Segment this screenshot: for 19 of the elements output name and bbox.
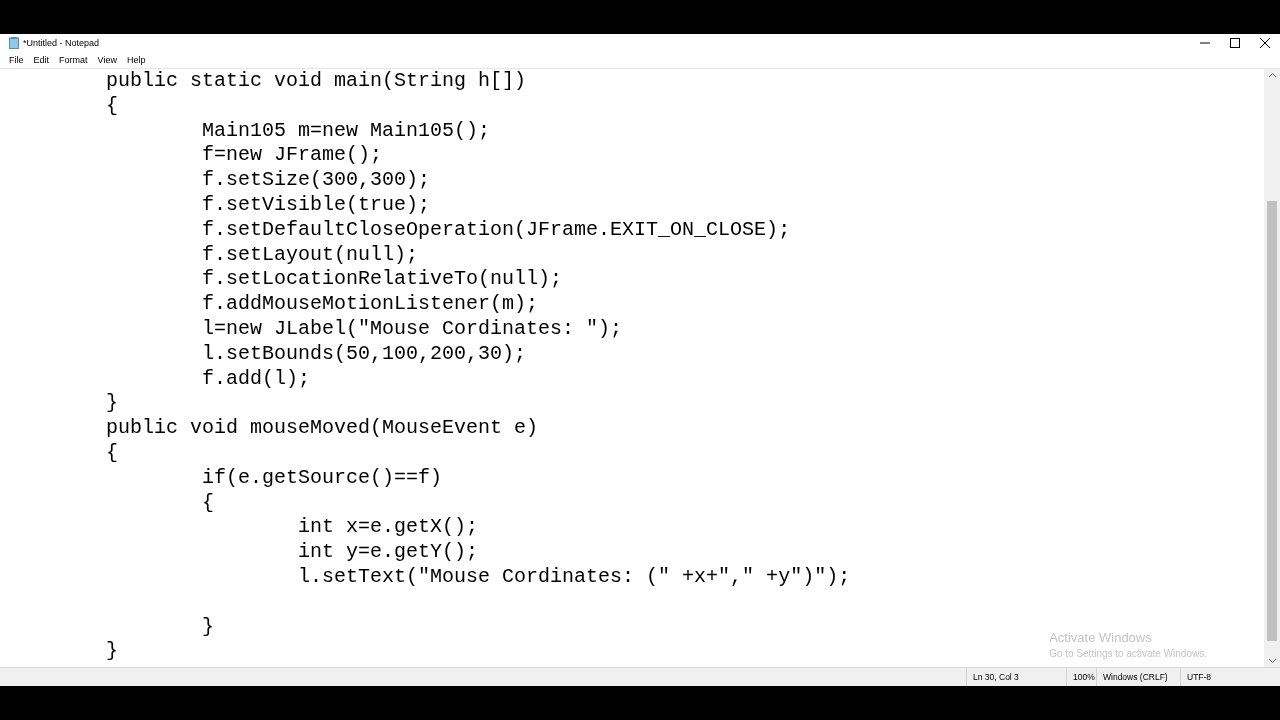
menu-item[interactable]: Help	[121, 55, 151, 65]
activation-title: Activate Windows	[1049, 630, 1153, 645]
status-text: Ln 30, Col 3	[966, 668, 1066, 686]
status-text: 100%	[1066, 668, 1096, 686]
status-text: Windows (CRLF)	[1096, 668, 1180, 686]
menu-item[interactable]: Format	[54, 55, 93, 65]
window-title: *Untitled - Notepad	[23, 38, 101, 48]
scroll-down-icon[interactable]	[1267, 658, 1277, 664]
status-text: UTF-8	[1180, 668, 1240, 686]
menu-item[interactable]: Edit	[28, 55, 55, 65]
notepad-icon	[9, 37, 19, 49]
activation-subtitle: Go to Settings to activate Windows.	[1049, 648, 1207, 659]
code-text[interactable]: public static void main(String h[]) { Main105 m=new Main105(); f=new JFrame(); f.setSize(300,300); f.setVisible(true); f.setDefaultCloseOperation(JFrame.EXIT_ON_CLOSE); f.setLayout(null); f.setLocationRelativeTo(null); f.addMouseMotionListener(m); l=new JLabel("Mouse Cordinates: "); l.setBounds(50,100,200,30); f.add(l); } public void mouseMoved(MouseEvent e) { if(e.getSource()==f) { int x=e.getX(); int y=e.getY(); l.setText("Mouse Cordinates: (" +x+"," +y")"); } }	[0, 69, 851, 665]
scrollbar-thumb[interactable]	[1267, 201, 1277, 641]
maximize-icon	[1230, 38, 1240, 48]
menu-item[interactable]: File	[4, 55, 29, 65]
close-icon	[1260, 38, 1270, 48]
menu-item[interactable]: View	[92, 55, 122, 65]
scroll-up-icon[interactable]	[1267, 72, 1277, 78]
